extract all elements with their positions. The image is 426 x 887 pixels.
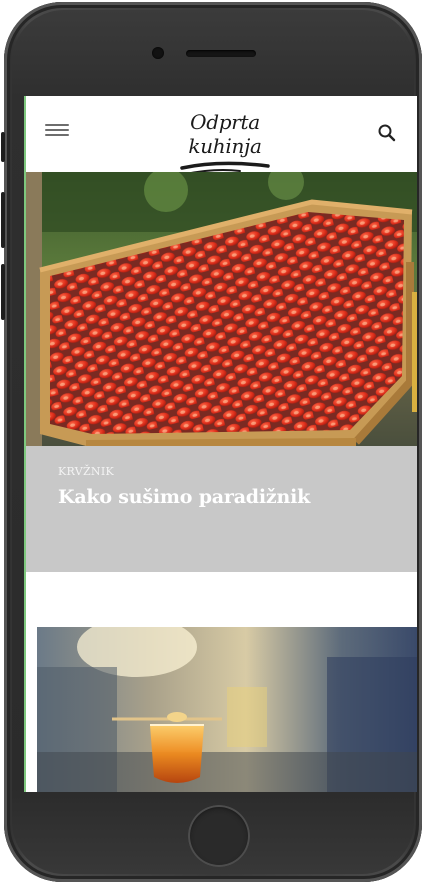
site-logo[interactable]: Odprta kuhinja [160,110,290,175]
site-header: Odprta kuhinja [26,96,417,175]
featured-article-image[interactable] [26,172,417,446]
article-title[interactable]: Kako sušimo paradižnik [58,486,398,508]
phone-screen: Odprta kuhinja KRVŽNIK Kako sušimo parad… [24,96,417,792]
article-category[interactable]: KRVŽNIK [58,465,114,478]
volume-down-button [1,264,5,320]
hamburger-menu-icon[interactable] [45,124,69,140]
logo-text: Odprta kuhinja [188,110,262,158]
second-article-image[interactable] [37,627,417,792]
home-button[interactable] [188,805,250,867]
earpiece-speaker [186,50,256,57]
search-icon[interactable] [376,122,398,144]
featured-article-card[interactable]: KRVŽNIK Kako sušimo paradižnik [26,446,417,572]
mute-switch [1,132,5,162]
volume-up-button [1,192,5,248]
front-camera [152,47,164,59]
